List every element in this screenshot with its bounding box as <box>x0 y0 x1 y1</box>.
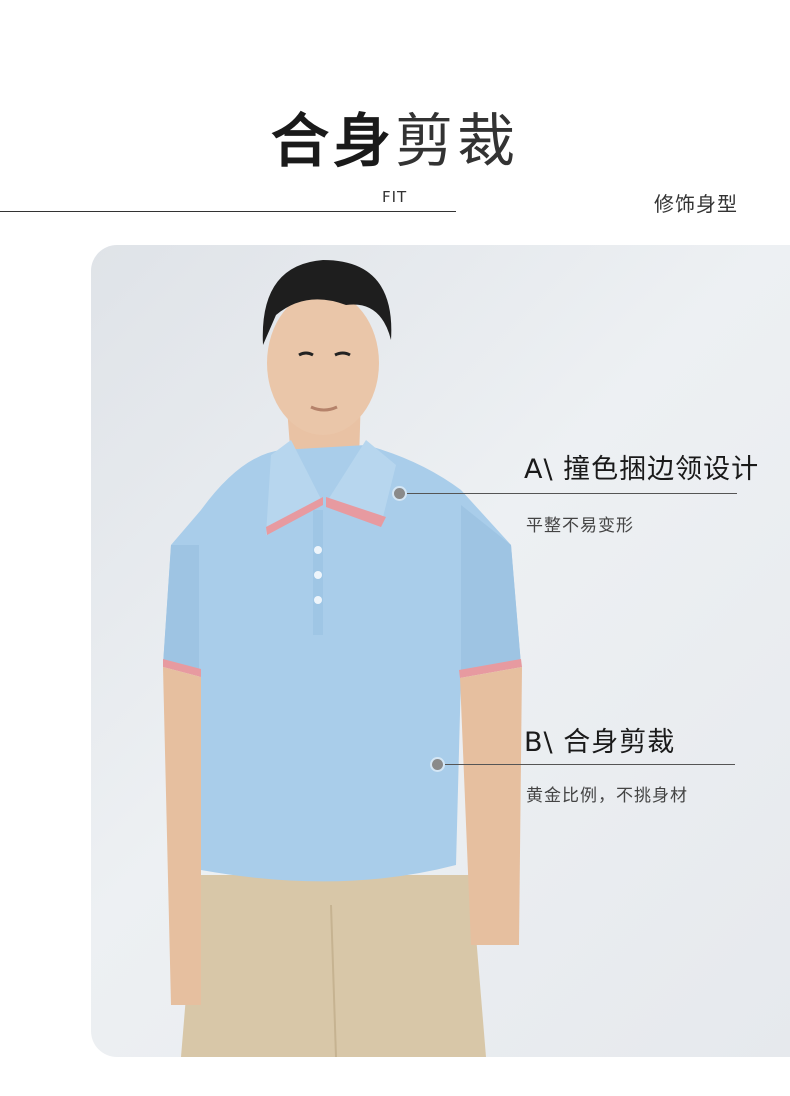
right-arm <box>460 667 522 945</box>
left-arm <box>163 667 201 1005</box>
header-divider <box>0 211 456 212</box>
section-header: 合身剪裁 FIT 修饰身型 <box>0 0 790 240</box>
callout-desc-b: 黄金比例，不挑身材 <box>526 786 688 806</box>
product-photo: A\ 撞色捆边领设计 平整不易变形 B\ 合身剪裁 黄金比例，不挑身材 <box>91 245 790 1057</box>
title-light: 剪裁 <box>395 107 520 175</box>
subtitle-en: FIT <box>382 188 408 206</box>
callout-desc-a: 平整不易变形 <box>526 516 634 536</box>
hotspot-dot-b[interactable] <box>432 759 443 770</box>
face <box>267 291 379 435</box>
button <box>314 546 322 554</box>
callout-title-a: A\ 撞色捆边领设计 <box>524 454 760 485</box>
model-illustration <box>163 260 522 1057</box>
button <box>314 571 322 579</box>
tagline: 修饰身型 <box>654 192 738 216</box>
button <box>314 596 322 604</box>
callout-line-a <box>407 493 737 494</box>
callout-title-b: B\ 合身剪裁 <box>524 727 676 758</box>
callout-line-b <box>445 764 735 765</box>
section-title: 合身剪裁 <box>0 112 790 170</box>
hotspot-dot-a[interactable] <box>394 488 405 499</box>
title-bold: 合身 <box>270 107 395 175</box>
